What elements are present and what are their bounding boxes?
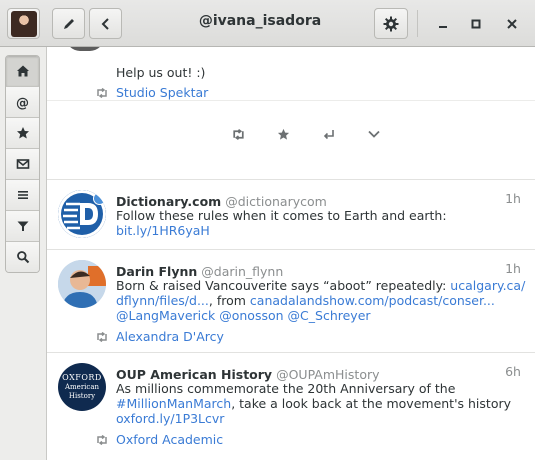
retweet-button[interactable] (216, 124, 261, 144)
sidebar-item-search[interactable] (6, 242, 39, 272)
list-icon (17, 191, 28, 199)
svg-text:@: @ (16, 96, 29, 110)
tweet-avatar (66, 47, 104, 51)
tweet-text: Born & raised Vancouverite says “aboot” … (116, 278, 525, 293)
tweet-mentions: @LangMaverick @onosson @C_Schreyer (116, 308, 371, 323)
retweeted-by[interactable]: Oxford Academic (95, 432, 223, 447)
tweet-time[interactable]: 6h (505, 364, 521, 379)
close-button[interactable] (502, 14, 522, 34)
retweeter-name[interactable]: Alexandra D'Arcy (116, 329, 224, 344)
avatar-text: American (64, 383, 100, 391)
reply-button[interactable] (306, 124, 351, 144)
expanded-tweet[interactable]: Help us out! :) Studio Spektar (47, 47, 535, 180)
tweet-row[interactable]: OXFORD American History OUP American His… (47, 353, 535, 460)
avatar-text: History (68, 392, 96, 400)
tweet-time[interactable]: 1h (505, 261, 521, 276)
author-handle[interactable]: @OUPAmHistory (276, 367, 379, 382)
tweet-link[interactable]: dflynn/files/d... (116, 293, 209, 308)
verified-badge-icon (93, 192, 106, 205)
tweet-text: Follow these rules when it comes to Eart… (116, 208, 447, 223)
tweet-text: dflynn/files/d..., from canadalandshow.c… (116, 293, 495, 308)
tweet-text-segment: Born & raised Vancouverite says “aboot” … (116, 278, 451, 293)
account-avatar-button[interactable] (7, 8, 40, 39)
favorite-icon (277, 128, 290, 140)
mention-link[interactable]: @onosson (219, 308, 283, 323)
retweeted-by[interactable]: Studio Spektar (95, 85, 208, 100)
at-icon: @ (16, 96, 29, 110)
retweet-icon (233, 128, 244, 140)
gear-icon (383, 16, 399, 31)
chevron-left-icon (101, 17, 109, 30)
sidebar-item-lists[interactable] (6, 180, 39, 211)
more-button[interactable] (351, 124, 396, 144)
retweet-icon (97, 434, 107, 445)
author-handle[interactable]: @darin_flynn (201, 264, 283, 279)
tweet-row[interactable]: Darin Flynn @darin_flynn 1h Born & raised… (47, 250, 535, 353)
retweet-icon (97, 331, 107, 342)
tweet-text-segment: , take a look back at the movement's his… (231, 396, 512, 411)
reply-icon (323, 130, 334, 140)
mention-link[interactable]: @C_Schreyer (288, 308, 371, 323)
author-name[interactable]: Dictionary.com (116, 194, 221, 209)
settings-button[interactable] (374, 8, 408, 39)
sidebar-nav: @ (5, 55, 40, 273)
sidebar-item-mentions[interactable]: @ (6, 87, 39, 118)
minimize-button[interactable] (433, 14, 453, 34)
more-icon (367, 130, 380, 138)
account-avatar (10, 10, 37, 37)
tweet-link[interactable]: canadalandshow.com/podcast/conser... (250, 293, 495, 308)
favorite-button[interactable] (261, 124, 306, 144)
retweeted-by[interactable]: Alexandra D'Arcy (95, 329, 224, 344)
header-bar: @ivana_isadora (0, 0, 535, 47)
tweet-link[interactable]: oxford.ly/1P3Lcvr (116, 411, 224, 426)
tweet-avatar (58, 260, 106, 308)
back-button[interactable] (89, 8, 122, 39)
mail-icon (16, 159, 29, 169)
minimize-icon (439, 26, 447, 28)
author-name[interactable]: Darin Flynn (116, 264, 197, 279)
tweet-text: As millions commemorate the 20th Anniver… (116, 381, 456, 396)
close-icon (507, 19, 517, 29)
tweet-text: #MillionManMarch, take a look back at th… (116, 396, 511, 411)
header-separator (417, 10, 418, 37)
compose-button[interactable] (52, 8, 85, 39)
search-icon (16, 251, 29, 264)
sidebar-item-favorites[interactable] (6, 118, 39, 149)
divider (47, 100, 535, 101)
tweet-avatar (58, 190, 106, 238)
author-handle[interactable]: @dictionarycom (225, 194, 327, 209)
tweet-text: Help us out! :) (116, 65, 206, 80)
tweet-actions (216, 124, 396, 144)
sidebar-item-messages[interactable] (6, 149, 39, 180)
tweet-link[interactable]: ucalgary.ca/ (450, 278, 525, 293)
tweet-avatar: OXFORD American History (58, 363, 106, 411)
sidebar-item-filters[interactable] (6, 211, 39, 242)
maximize-button[interactable] (466, 14, 486, 34)
timeline: Help us out! :) Studio Spektar Dictionar… (47, 47, 535, 460)
tweet-row[interactable]: Dictionary.com @dictionarycom 1h Follow t… (47, 180, 535, 250)
sidebar: @ (0, 47, 47, 460)
hashtag-link[interactable]: #MillionManMarch (116, 396, 231, 411)
avatar-text: OXFORD (62, 373, 102, 382)
retweeter-name[interactable]: Studio Spektar (116, 85, 208, 100)
retweeter-name[interactable]: Oxford Academic (116, 432, 223, 447)
star-icon (16, 127, 29, 139)
filter-icon (17, 221, 28, 231)
maximize-icon (471, 19, 481, 29)
mention-link[interactable]: @LangMaverick (116, 308, 215, 323)
retweet-icon (97, 87, 107, 98)
tweet-link[interactable]: bit.ly/1HR6yaH (116, 223, 210, 238)
sidebar-item-home[interactable] (6, 56, 39, 87)
author-name[interactable]: OUP American History (116, 367, 272, 382)
tweet-text-segment: , from (208, 293, 250, 308)
pencil-icon (63, 18, 74, 29)
home-icon (16, 65, 29, 77)
tweet-time[interactable]: 1h (505, 191, 521, 206)
window-title: @ivana_isadora (198, 13, 322, 29)
